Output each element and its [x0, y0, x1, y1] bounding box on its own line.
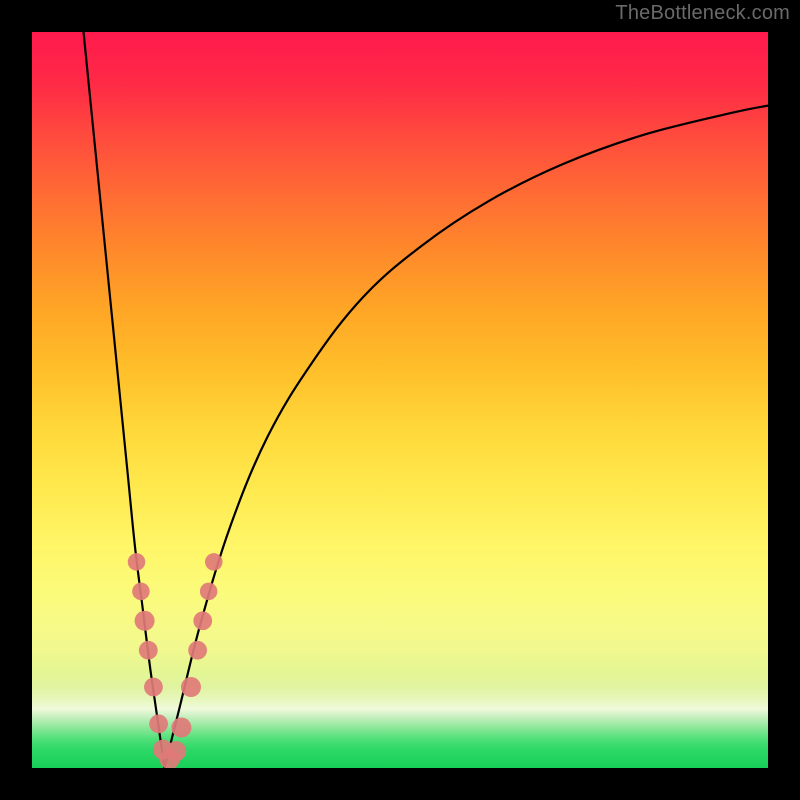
marker-dot [132, 583, 150, 601]
marker-dot [200, 583, 218, 601]
marker-dot [135, 611, 155, 631]
marker-dot [128, 553, 146, 571]
marker-dot [181, 677, 201, 697]
marker-dot [149, 714, 168, 733]
marker-dot [193, 611, 212, 630]
marker-dot [139, 641, 158, 660]
marker-dot [166, 741, 186, 761]
marker-cluster [128, 553, 223, 768]
marker-dot [171, 718, 191, 738]
watermark-label: TheBottleneck.com [615, 2, 790, 25]
marker-dot [205, 553, 223, 571]
chart-frame: TheBottleneck.com [0, 0, 800, 800]
curve-layer [32, 32, 768, 768]
marker-dot [144, 678, 163, 697]
plot-area [32, 32, 768, 768]
curve-right-branch [164, 106, 768, 768]
bottleneck-curve [84, 32, 768, 768]
marker-dot [188, 641, 207, 660]
